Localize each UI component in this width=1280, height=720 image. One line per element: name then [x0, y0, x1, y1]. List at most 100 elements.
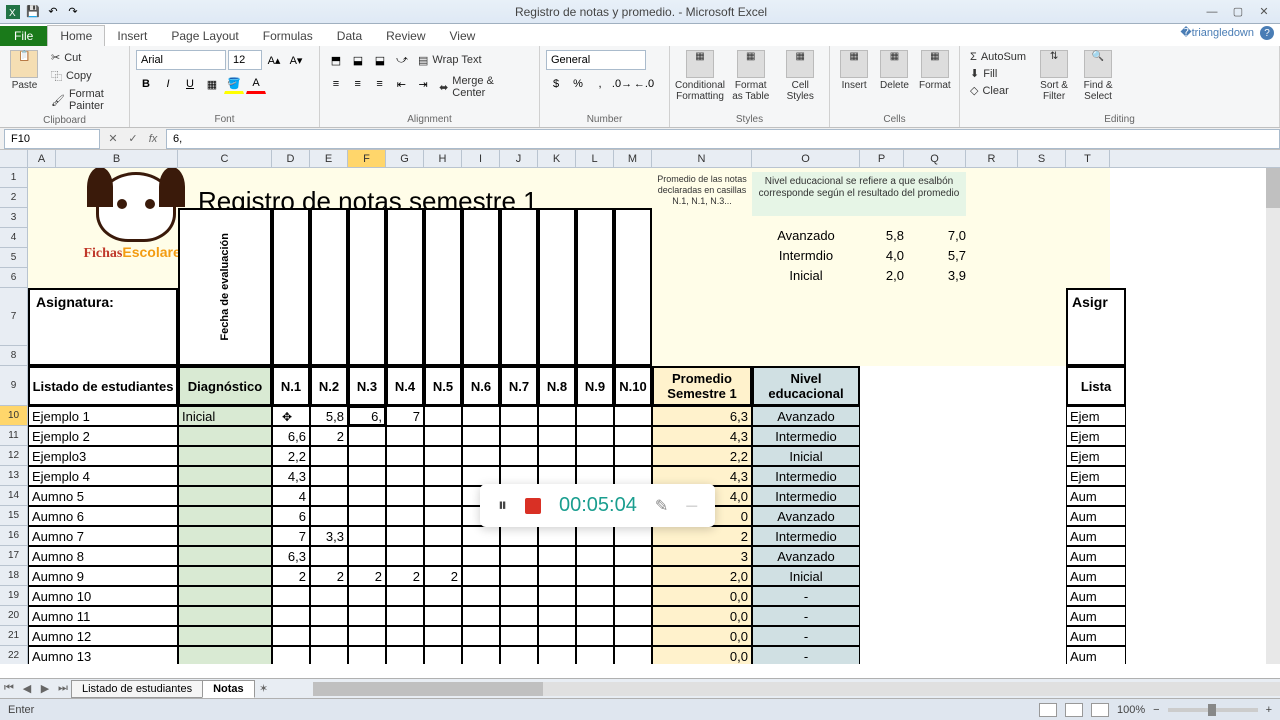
column-header[interactable]: L	[576, 150, 614, 167]
grade-cell[interactable]	[500, 566, 538, 586]
orientation-icon[interactable]: ⤻	[392, 50, 412, 70]
grade-cell[interactable]: 2	[348, 566, 386, 586]
sheet-nav-prev-icon[interactable]: ◀	[18, 682, 36, 695]
grade-cell[interactable]	[424, 586, 462, 606]
grade-cell[interactable]	[500, 646, 538, 664]
grade-cell[interactable]	[424, 646, 462, 664]
help-icon[interactable]: ?	[1260, 26, 1274, 40]
grade-cell[interactable]	[462, 406, 500, 426]
fecha-cell[interactable]	[500, 208, 538, 366]
font-size-select[interactable]: 12	[228, 50, 262, 70]
grade-cell[interactable]	[538, 626, 576, 646]
fecha-cell[interactable]	[576, 208, 614, 366]
row-header[interactable]: 16	[0, 526, 28, 546]
grade-cell[interactable]	[500, 526, 538, 546]
fecha-cell[interactable]	[538, 208, 576, 366]
grade-cell[interactable]	[348, 546, 386, 566]
decimal-increase-icon[interactable]: .0→	[612, 74, 632, 94]
row-header[interactable]: 17	[0, 546, 28, 566]
row-header[interactable]: 18	[0, 566, 28, 586]
diagnostico-cell[interactable]	[178, 466, 272, 486]
grade-cell[interactable]	[424, 446, 462, 466]
grade-cell[interactable]	[462, 646, 500, 664]
grade-cell[interactable]	[576, 466, 614, 486]
delete-cells-button[interactable]: ▦Delete	[876, 50, 912, 91]
increase-font-icon[interactable]: A▴	[264, 50, 284, 70]
row-header[interactable]: 14	[0, 486, 28, 506]
conditional-formatting-button[interactable]: ▦Conditional Formatting	[676, 50, 724, 102]
minimize-ribbon-icon[interactable]: �triangledown	[1180, 26, 1254, 40]
grade-cell[interactable]	[424, 606, 462, 626]
grade-cell[interactable]	[576, 446, 614, 466]
diagnostico-cell[interactable]	[178, 426, 272, 446]
grade-cell[interactable]	[614, 446, 652, 466]
grade-cell[interactable]	[538, 546, 576, 566]
grade-cell[interactable]	[500, 426, 538, 446]
zoom-out-icon[interactable]: −	[1153, 704, 1159, 716]
row-header[interactable]: 20	[0, 606, 28, 626]
grade-cell[interactable]	[614, 406, 652, 426]
grade-cell[interactable]	[386, 646, 424, 664]
grade-cell[interactable]: 6	[272, 506, 310, 526]
grade-cell[interactable]	[310, 466, 348, 486]
grade-cell[interactable]: 2	[272, 566, 310, 586]
column-header[interactable]: R	[966, 150, 1018, 167]
fill-button[interactable]: ⬇ Fill	[966, 66, 1030, 81]
name-box[interactable]: F10	[4, 129, 100, 149]
student-name-2[interactable]: Aum	[1066, 546, 1126, 566]
grade-cell[interactable]	[462, 626, 500, 646]
sheet-tab-listado[interactable]: Listado de estudiantes	[71, 680, 203, 698]
student-name-2[interactable]: Aum	[1066, 506, 1126, 526]
pause-icon[interactable]: ⏸	[498, 495, 507, 516]
grade-cell[interactable]	[272, 606, 310, 626]
column-header[interactable]: B	[56, 150, 178, 167]
grade-cell[interactable]	[272, 646, 310, 664]
grade-cell[interactable]: 7	[386, 406, 424, 426]
grade-cell[interactable]	[424, 406, 462, 426]
column-header[interactable]: E	[310, 150, 348, 167]
promedio-cell[interactable]: 3	[652, 546, 752, 566]
grade-cell[interactable]	[272, 586, 310, 606]
grade-cell[interactable]: 4	[272, 486, 310, 506]
nivel-cell[interactable]: Intermedio	[752, 466, 860, 486]
view-normal-icon[interactable]	[1039, 703, 1057, 717]
comma-icon[interactable]: ,	[590, 74, 610, 94]
row-header[interactable]: 19	[0, 586, 28, 606]
grade-cell[interactable]: 5,8	[310, 406, 348, 426]
grade-cell[interactable]	[348, 426, 386, 446]
row-header[interactable]: 9	[0, 366, 28, 406]
student-name-2[interactable]: Ejem	[1066, 446, 1126, 466]
row-header[interactable]: 13	[0, 466, 28, 486]
new-sheet-icon[interactable]: ✶	[255, 682, 273, 695]
indent-increase-icon[interactable]: ⇥	[413, 74, 433, 94]
fecha-cell[interactable]	[462, 208, 500, 366]
asignatura-label[interactable]: Asignatura:	[28, 288, 178, 366]
grade-cell[interactable]	[500, 606, 538, 626]
grade-cell[interactable]	[500, 466, 538, 486]
indent-decrease-icon[interactable]: ⇤	[391, 74, 411, 94]
grade-cell[interactable]	[614, 646, 652, 664]
grade-cell[interactable]	[386, 546, 424, 566]
promedio-cell[interactable]: 6,3	[652, 406, 752, 426]
diagnostico-cell[interactable]	[178, 486, 272, 506]
grade-cell[interactable]	[576, 546, 614, 566]
grade-cell[interactable]: 6,3	[272, 546, 310, 566]
grade-cell[interactable]	[386, 466, 424, 486]
grade-cell[interactable]	[348, 486, 386, 506]
copy-button[interactable]: ⿻ Copy	[47, 67, 123, 85]
student-name-2[interactable]: Ejem	[1066, 406, 1126, 426]
column-header[interactable]: C	[178, 150, 272, 167]
column-header[interactable]: P	[860, 150, 904, 167]
column-header[interactable]: H	[424, 150, 462, 167]
close-icon[interactable]: ✕	[1252, 3, 1276, 21]
column-header[interactable]: M	[614, 150, 652, 167]
grade-cell[interactable]	[538, 566, 576, 586]
grade-cell[interactable]	[424, 526, 462, 546]
nivel-cell[interactable]: Intermedio	[752, 486, 860, 506]
diagnostico-cell[interactable]	[178, 646, 272, 664]
zoom-slider[interactable]	[1168, 708, 1258, 712]
column-header[interactable]: K	[538, 150, 576, 167]
grade-cell[interactable]	[462, 606, 500, 626]
tab-review[interactable]: Review	[374, 26, 437, 46]
annotate-icon[interactable]: ✎	[655, 496, 668, 516]
